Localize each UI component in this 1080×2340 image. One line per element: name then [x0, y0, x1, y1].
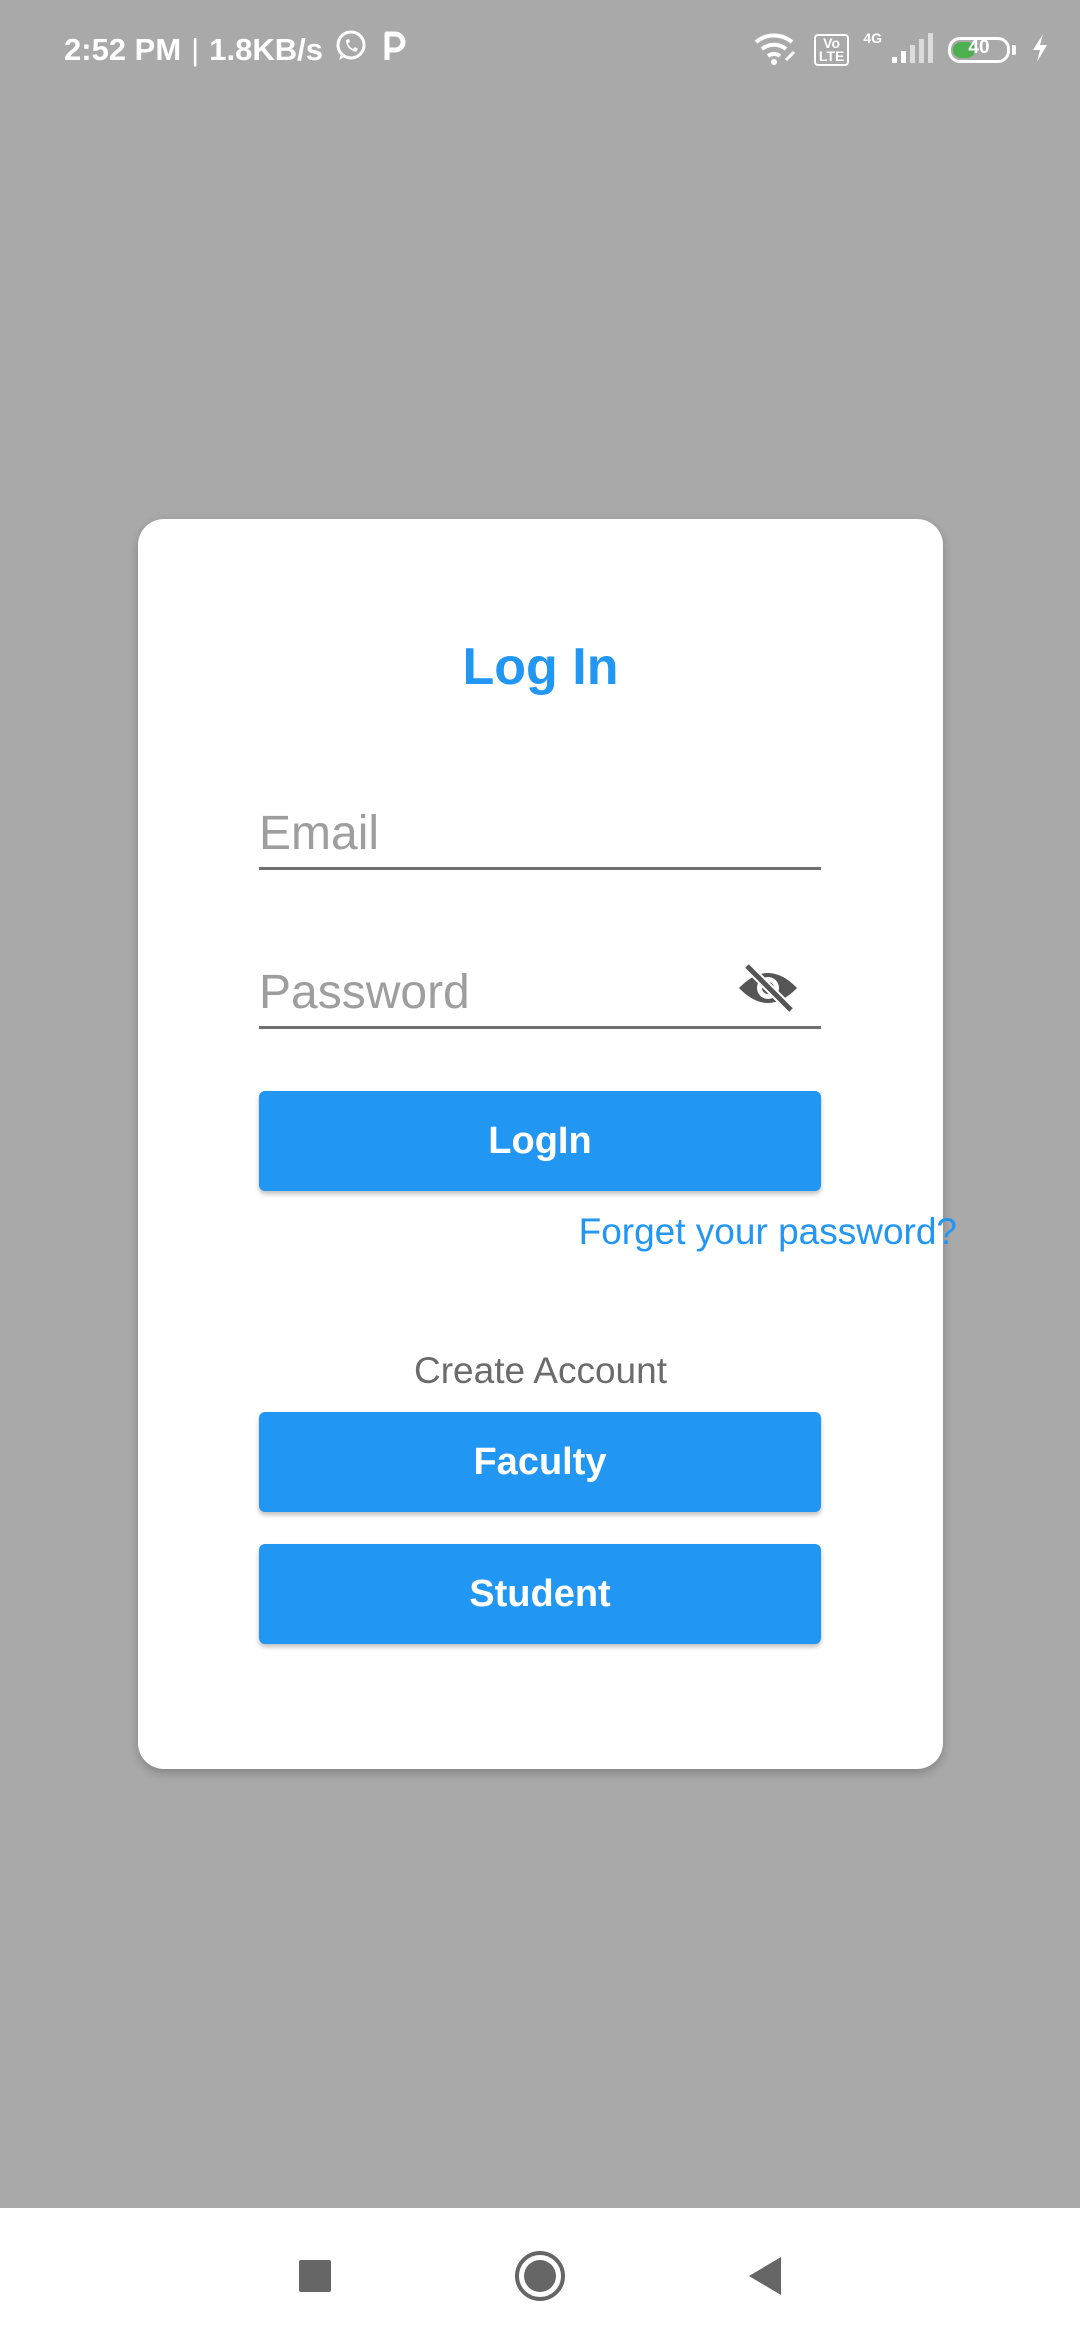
status-separator: | [191, 32, 200, 67]
password-field-container [259, 949, 821, 1029]
forgot-password-link[interactable]: Forget your password? [579, 1211, 957, 1253]
status-bar: 2:52 PM | 1.8KB/s Vo LTE 4G 40 [0, 0, 1080, 100]
create-account-label: Create Account [414, 1350, 667, 1391]
network-speed: 1.8KB/s [209, 32, 323, 67]
battery-icon: 40 [948, 37, 1010, 63]
charging-icon [1030, 32, 1050, 69]
volte-icon: Vo LTE [813, 34, 850, 66]
whatsapp-icon [333, 28, 369, 72]
clock: 2:52 PM [64, 32, 182, 67]
volte-label-lte: LTE [818, 48, 845, 64]
battery-level: 40 [968, 37, 990, 58]
status-left: 2:52 PM | 1.8KB/s [64, 26, 409, 74]
eye-off-icon[interactable] [735, 962, 801, 1014]
email-field-container [259, 790, 821, 870]
student-button[interactable]: Student [259, 1544, 821, 1644]
network-type: 4G [863, 30, 882, 46]
p-app-icon [379, 28, 409, 72]
wifi-icon [752, 30, 800, 71]
page-title: Log In [462, 638, 619, 696]
cellular-signal-icon [890, 31, 934, 70]
navigation-bar [0, 2208, 1080, 2340]
faculty-button[interactable]: Faculty [259, 1412, 821, 1512]
login-card: Log In LogIn Forget your password? Creat… [138, 519, 957, 1769]
recents-square-icon[interactable] [287, 2248, 343, 2304]
email-field[interactable] [259, 806, 821, 861]
back-triangle-icon[interactable] [737, 2248, 793, 2304]
battery-tip [1012, 45, 1016, 55]
login-button[interactable]: LogIn [259, 1091, 821, 1191]
home-circle-icon[interactable] [512, 2248, 568, 2304]
status-right: Vo LTE 4G 40 [752, 26, 1050, 74]
